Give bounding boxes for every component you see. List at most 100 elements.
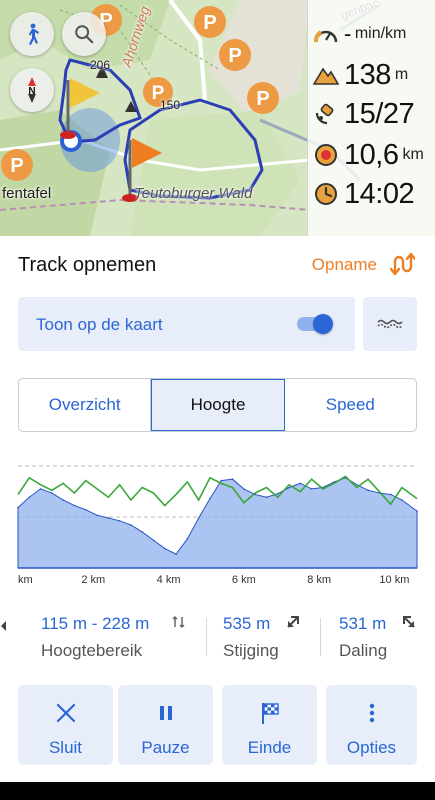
pause-button-label: Pauze [141, 738, 190, 757]
speed-unit: min/km [354, 25, 407, 42]
altitude-unit: m [394, 66, 409, 83]
finish-flag-icon [257, 700, 283, 726]
pedestrian-icon [29, 23, 39, 45]
chart-point [231, 478, 234, 480]
compass-letter: N [28, 86, 35, 97]
search-button[interactable] [62, 12, 106, 56]
map-place-label: fentafel [2, 185, 52, 202]
track-appearance-button[interactable] [363, 297, 417, 351]
stat-label: Hoogtebereik [41, 641, 143, 660]
sheet-header: Track opnemen Opname [0, 236, 435, 294]
chart-point [118, 520, 121, 522]
map-view[interactable]: P P P P P P Ahornweg 206 150 fentafel Te… [0, 0, 435, 236]
clock-icon [312, 180, 340, 208]
chart-point [416, 510, 418, 512]
altitude-chart[interactable]: km 2 km 4 km 6 km 8 km 10 km [0, 460, 435, 590]
record-link[interactable]: Opname [312, 255, 377, 275]
chart-point [186, 538, 189, 540]
chart-series-area [17, 477, 418, 569]
chart-tick-label: 2 km [81, 574, 105, 586]
more-vertical-icon [359, 700, 385, 726]
chart-point [62, 499, 64, 501]
time-value: 14:02 [344, 177, 415, 210]
chart-point [17, 506, 19, 509]
altitude-chart-svg: km 2 km 4 km 6 km 8 km 10 km [17, 465, 418, 586]
walk-mode-button[interactable] [10, 12, 54, 56]
svg-text:P: P [203, 12, 216, 34]
chart-point [130, 524, 132, 526]
show-on-map-toggle[interactable] [297, 314, 333, 334]
stat-label: Daling [339, 641, 388, 660]
tab-altitude[interactable]: Hoogte [151, 379, 285, 431]
speed-value: - [344, 21, 351, 46]
finish-button[interactable]: Einde [222, 685, 317, 765]
options-button[interactable]: Opties [326, 685, 417, 765]
map-height-label: 150 [160, 98, 181, 112]
action-buttons-row: Sluit Pauze Einde Opties [0, 685, 435, 765]
chart-point [164, 547, 166, 550]
mountain-icon [312, 61, 340, 89]
chart-point [175, 553, 177, 555]
distance-widget[interactable]: 10,6 km [308, 136, 435, 174]
chart-point [73, 504, 76, 507]
close-icon [53, 700, 79, 726]
chart-tabs: Overzicht Hoogte Speed [18, 378, 417, 432]
compass-button[interactable]: N [10, 68, 54, 112]
chart-point [220, 479, 223, 482]
chart-point [322, 486, 324, 489]
altitude-value: 138 [344, 58, 391, 91]
svg-text:P: P [10, 155, 23, 177]
line-style-icon [377, 319, 403, 329]
stat-descent: 531 m Daling [339, 614, 387, 661]
stat-ascent: 535 m Stijging [223, 614, 279, 661]
chart-point [28, 496, 31, 499]
stat-label: Stijging [223, 641, 279, 660]
pause-icon [153, 700, 179, 726]
record-icon[interactable] [389, 251, 417, 277]
chart-tick-label: 6 km [232, 574, 256, 586]
chart-point [367, 489, 369, 492]
svg-text:P: P [228, 45, 241, 67]
chart-point [276, 492, 279, 495]
chart-point [107, 517, 110, 519]
tab-overview[interactable]: Overzicht [19, 379, 152, 431]
chart-point [39, 488, 42, 490]
pause-button[interactable]: Pauze [118, 685, 213, 765]
stat-value: 535 m [223, 614, 271, 633]
time-widget[interactable]: 14:02 [308, 175, 435, 213]
chart-point [355, 483, 358, 486]
chart-point [344, 476, 347, 479]
scroll-left-arrow-icon[interactable] [0, 620, 8, 632]
satellites-value: 15/27 [344, 97, 415, 130]
chart-point [197, 517, 200, 519]
stat-value: 531 m [339, 614, 387, 633]
distance-value: 10,6 [344, 138, 399, 171]
chart-point [152, 539, 155, 542]
map-height-label: 206 [90, 58, 111, 72]
stat-value: 115 m - 228 m [41, 614, 150, 633]
toggle-knob [313, 314, 333, 334]
chart-point [96, 514, 98, 517]
satellites-widget[interactable]: 15/27 [308, 95, 435, 133]
close-button-label: Sluit [48, 738, 83, 757]
chart-point [288, 486, 290, 489]
chart-point [310, 488, 313, 490]
close-button[interactable]: Sluit [18, 685, 113, 765]
chart-tick-label: km [18, 574, 33, 586]
altitude-widget[interactable]: 138 m [308, 56, 435, 94]
speed-widget[interactable]: - min/km [308, 15, 435, 53]
show-on-map-row[interactable]: Toon op de kaart [18, 297, 355, 351]
chart-point [254, 493, 256, 496]
chart-point [265, 496, 268, 499]
track-record-sheet: Track opnemen Opname Toon op de kaart Ov… [0, 236, 435, 782]
tab-speed[interactable]: Speed [285, 379, 416, 431]
map-place-label: Teutoburger Wald [134, 185, 253, 202]
stat-altitude-range: 115 m - 228 m Hoogtebereik [41, 614, 149, 661]
chart-point [389, 493, 392, 496]
chart-point [378, 492, 381, 494]
chart-tick-label: 4 km [157, 574, 181, 586]
ascent-icon [287, 616, 299, 628]
chart-point [333, 481, 335, 483]
show-on-map-label: Toon op de kaart [36, 315, 163, 334]
sheet-title: Track opnemen [18, 254, 157, 276]
